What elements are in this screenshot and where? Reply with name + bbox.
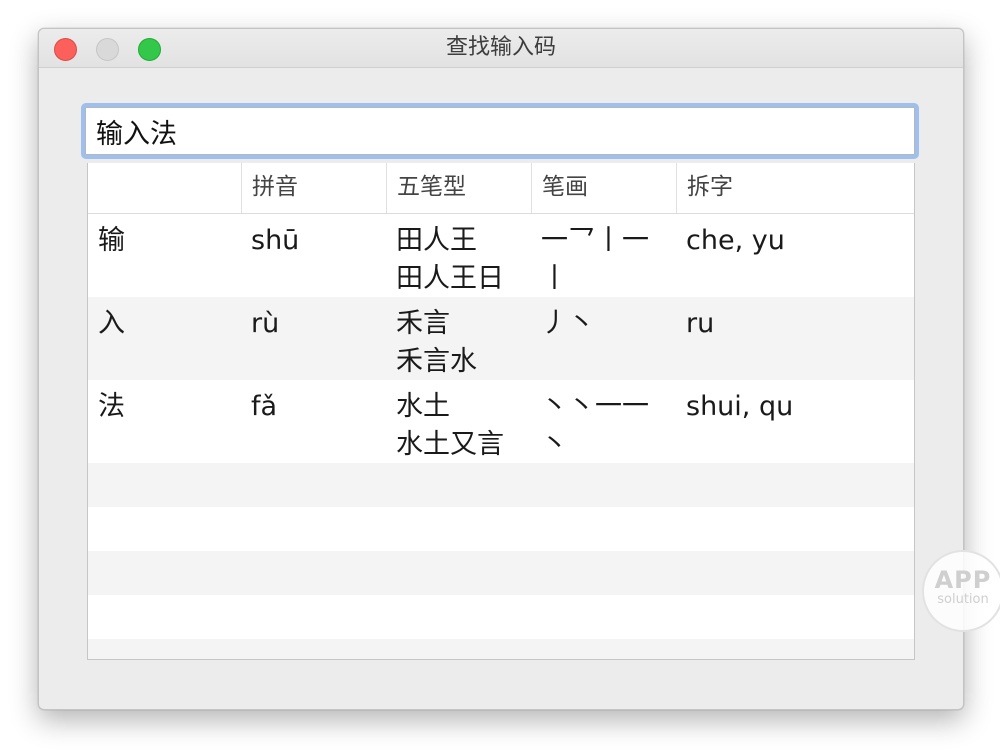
results-table: 拼音 五笔型 笔画 拆字 输 shū 田人王 田人王日 一乛丨一 丨 che, … — [87, 163, 915, 660]
column-header-character[interactable] — [88, 163, 241, 213]
table-row[interactable]: 入 rù 禾言 禾言水 丿丶 ru — [88, 297, 914, 380]
cell-pinyin: rù — [251, 308, 280, 339]
empty-row — [88, 595, 914, 639]
table-row[interactable]: 输 shū 田人王 田人王日 一乛丨一 丨 che, yu — [88, 214, 914, 297]
window-title: 查找输入码 — [445, 35, 556, 60]
cell-chaizi: ru — [686, 308, 715, 339]
column-header-pinyin[interactable]: 拼音 — [241, 163, 386, 213]
cell-chaizi: shui, qu — [686, 391, 794, 422]
empty-row — [88, 639, 914, 659]
app-solution-watermark: APP solution — [922, 550, 1000, 632]
cell-pinyin: fǎ — [251, 391, 278, 422]
cell-wubi: 禾言 禾言水 — [396, 308, 477, 377]
cell-strokes: 丶丶一一 丶 — [541, 391, 649, 460]
cell-wubi: 水土 水土又言 — [396, 391, 504, 460]
cell-character: 入 — [98, 308, 125, 339]
cell-pinyin: shū — [251, 225, 300, 256]
table-header: 拼音 五笔型 笔画 拆字 — [88, 163, 914, 214]
cell-wubi: 田人王 田人王日 — [396, 225, 504, 294]
cell-character: 法 — [98, 391, 125, 422]
watermark-line1: APP — [934, 566, 992, 594]
cell-character: 输 — [98, 225, 125, 256]
column-header-chaizi[interactable]: 拆字 — [676, 163, 914, 213]
title-bar[interactable]: 查找输入码 — [39, 29, 963, 68]
cell-chaizi: che, yu — [686, 225, 785, 256]
column-header-wubi[interactable]: 五笔型 — [386, 163, 531, 213]
search-field-focus-ring — [81, 103, 919, 159]
cell-strokes: 丿丶 — [541, 308, 595, 339]
empty-row — [88, 463, 914, 507]
empty-row — [88, 507, 914, 551]
search-input[interactable] — [85, 107, 915, 155]
table-body: 输 shū 田人王 田人王日 一乛丨一 丨 che, yu 入 rù 禾言 禾言… — [88, 214, 914, 659]
watermark-line2: solution — [937, 592, 989, 607]
cell-strokes: 一乛丨一 丨 — [541, 225, 649, 294]
column-header-strokes[interactable]: 笔画 — [531, 163, 676, 213]
table-row[interactable]: 法 fǎ 水土 水土又言 丶丶一一 丶 shui, qu — [88, 380, 914, 463]
empty-row — [88, 551, 914, 595]
find-input-code-window: 查找输入码 拼音 五笔型 笔画 拆字 输 shū 田人王 田人王日 一乛丨一 丨… — [38, 28, 964, 710]
